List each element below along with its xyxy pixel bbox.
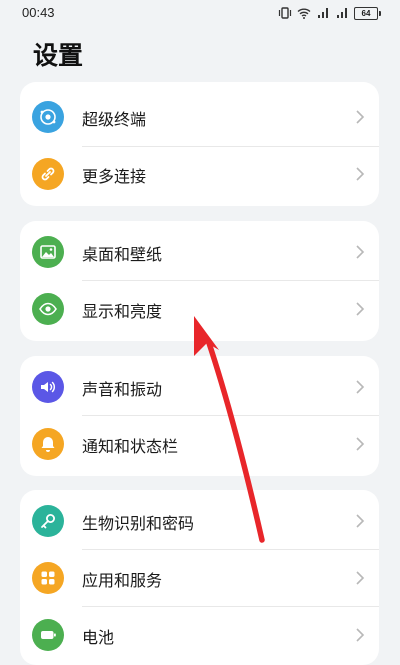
vibrate-icon [278, 7, 292, 19]
settings-item-apps-services[interactable]: 应用和服务 [20, 549, 379, 607]
bell-icon [32, 428, 64, 460]
chevron-right-icon [356, 437, 365, 451]
settings-item-biometrics-password[interactable]: 生物识别和密码 [20, 492, 379, 550]
chevron-right-icon [356, 628, 365, 642]
settings-card-connectivity: 超级终端 更多连接 [20, 82, 379, 206]
settings-item-label: 声音和振动 [82, 380, 163, 399]
chevron-right-icon [356, 571, 365, 585]
eye-icon [32, 293, 64, 325]
settings-item-display-brightness[interactable]: 显示和亮度 [20, 280, 379, 338]
signal-icon [318, 8, 328, 18]
wifi-icon [297, 8, 311, 19]
page-title: 设置 [33, 41, 84, 70]
wallpaper-icon [32, 236, 64, 268]
settings-card-sound: 声音和振动 通知和状态栏 [20, 356, 379, 476]
settings-item-label: 超级终端 [82, 110, 147, 129]
status-bar: 00:43 64 [0, 0, 400, 26]
settings-item-label: 显示和亮度 [82, 302, 163, 321]
signal-icon-2 [337, 8, 347, 18]
battery-icon [32, 619, 64, 651]
settings-item-label: 电池 [82, 628, 115, 647]
link-icon [32, 158, 64, 190]
settings-card-security: 生物识别和密码 应用和服务 电池 [20, 490, 379, 665]
chevron-right-icon [356, 167, 365, 181]
settings-item-label: 生物识别和密码 [82, 514, 195, 533]
status-icons: 64 [278, 5, 381, 21]
settings-item-more-connections[interactable]: 更多连接 [20, 145, 379, 203]
apps-icon [32, 562, 64, 594]
settings-item-label: 更多连接 [82, 167, 147, 186]
settings-item-label: 通知和状态栏 [82, 437, 179, 456]
settings-item-label: 桌面和壁纸 [82, 245, 163, 264]
chevron-right-icon [356, 514, 365, 528]
settings-item-label: 应用和服务 [82, 571, 163, 590]
settings-item-wallpaper[interactable]: 桌面和壁纸 [20, 223, 379, 281]
super-device-icon [32, 101, 64, 133]
key-icon [32, 505, 64, 537]
settings-item-sound-vibration[interactable]: 声音和振动 [20, 358, 379, 416]
settings-card-display: 桌面和壁纸 显示和亮度 [20, 221, 379, 341]
status-time: 00:43 [22, 5, 55, 20]
chevron-right-icon [356, 245, 365, 259]
chevron-right-icon [356, 380, 365, 394]
settings-item-battery[interactable]: 电池 [20, 606, 379, 664]
settings-item-notifications[interactable]: 通知和状态栏 [20, 415, 379, 473]
settings-item-super-device[interactable]: 超级终端 [20, 88, 379, 146]
battery-indicator: 64 [354, 6, 381, 20]
chevron-right-icon [356, 302, 365, 316]
chevron-right-icon [356, 110, 365, 124]
sound-icon [32, 371, 64, 403]
